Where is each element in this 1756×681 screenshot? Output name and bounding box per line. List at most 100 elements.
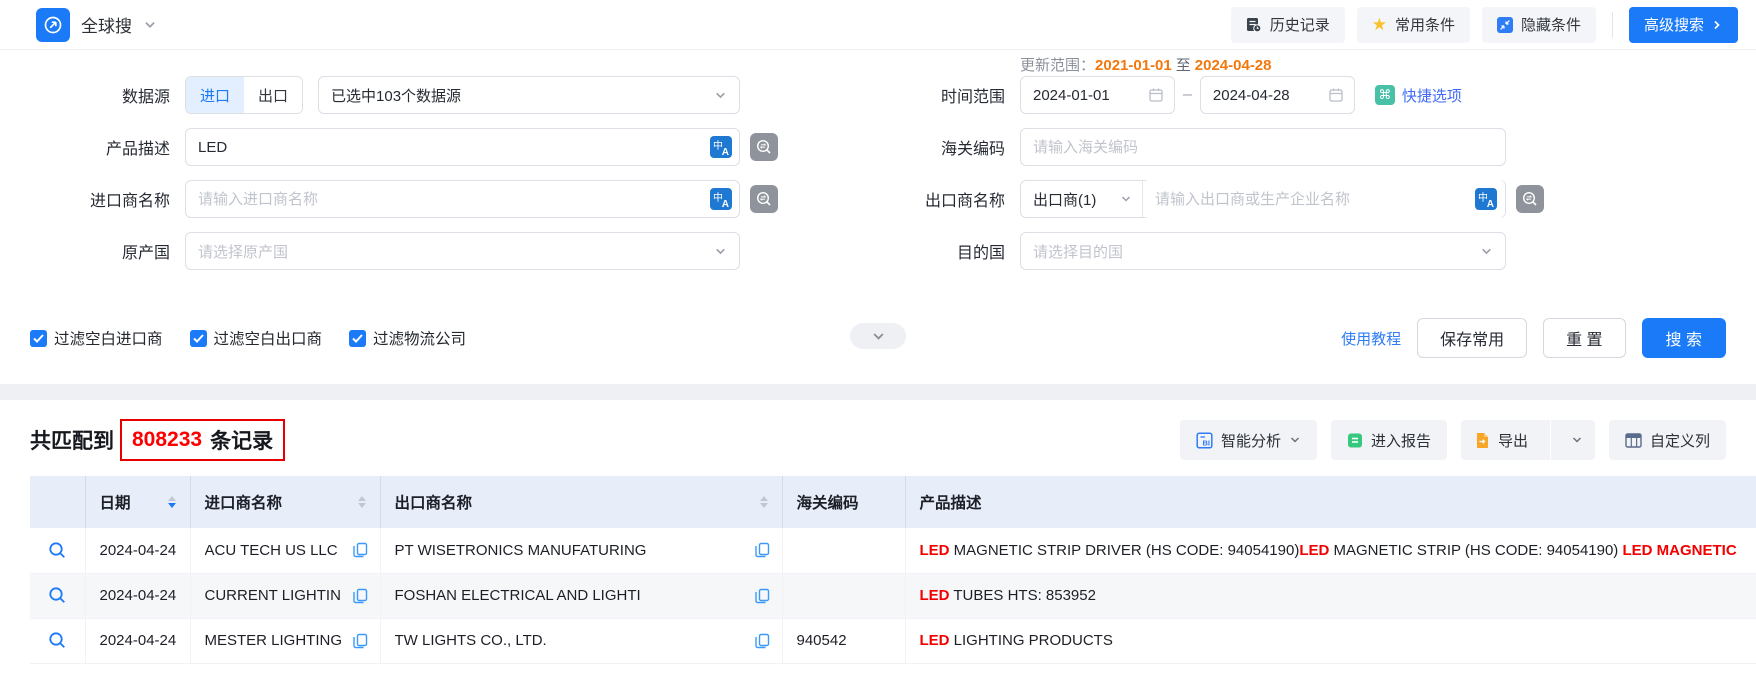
report-icon [1347, 432, 1363, 449]
favorite-conditions-button[interactable]: ★ 常用条件 [1357, 7, 1470, 43]
save-favorite-button[interactable]: 保存常用 [1417, 318, 1527, 358]
tutorial-link[interactable]: 使用教程 [1341, 328, 1401, 349]
copy-icon[interactable] [755, 588, 770, 604]
hide-conditions-button[interactable]: 隐藏条件 [1482, 7, 1596, 43]
destination-country-select[interactable]: 请选择目的国 [1020, 232, 1506, 270]
row-detail-search-icon[interactable] [48, 541, 67, 560]
filter-logistics-checkbox[interactable]: 过滤物流公司 [349, 327, 466, 349]
data-source-select[interactable]: 已选中103个数据源 [318, 76, 740, 114]
row-importer-name[interactable]: MESTER LIGHTING [205, 632, 343, 649]
header-detail-column [30, 476, 85, 528]
end-date-input[interactable]: 2024-04-28 [1200, 76, 1355, 114]
enter-report-button[interactable]: 进入报告 [1331, 420, 1447, 460]
app-logo-globe-icon [36, 8, 70, 42]
row-importer-name[interactable]: ACU TECH US LLC [205, 542, 338, 559]
export-options-button[interactable] [1559, 420, 1595, 460]
checkbox-checked-icon [30, 330, 47, 347]
header-hs-code: 海关编码 [782, 476, 905, 528]
export-toggle[interactable]: 出口 [244, 77, 302, 113]
reset-button[interactable]: 重 置 [1543, 318, 1625, 358]
data-source-label: 数据源 [30, 83, 185, 107]
export-button[interactable]: 导出 [1461, 420, 1542, 460]
update-range-end: 2024-04-28 [1195, 57, 1272, 74]
product-desc-input[interactable] [185, 128, 740, 166]
split-divider [1550, 420, 1551, 460]
command-icon: ⌘ [1375, 85, 1395, 105]
search-button[interactable]: 搜 索 [1642, 318, 1726, 358]
copy-icon[interactable] [353, 633, 368, 649]
importer-input[interactable] [185, 180, 740, 218]
summary-prefix: 共匹配到 [30, 425, 114, 455]
chevron-down-icon [871, 329, 886, 344]
sort-importer-icon[interactable] [358, 496, 366, 509]
smart-analysis-button[interactable]: BI 智能分析 [1180, 420, 1317, 460]
trade-direction-toggle: 进口 出口 [185, 76, 303, 114]
header-exporter: 出口商名称 [380, 476, 782, 528]
product-desc-label: 产品描述 [30, 135, 185, 159]
row-product-desc: LED LIGHTING PRODUCTS [905, 618, 1756, 663]
topbar-divider [1612, 12, 1613, 38]
record-count: 808233 [132, 428, 202, 452]
row-product-desc: LED MAGNETIC STRIP DRIVER (HS CODE: 9405… [905, 528, 1756, 573]
origin-country-select[interactable]: 请选择原产国 [185, 232, 740, 270]
translate-icon[interactable]: 中A [710, 188, 732, 210]
row-importer-name[interactable]: CURRENT LIGHTIN [205, 587, 341, 604]
row-date: 2024-04-24 [100, 632, 177, 649]
sort-date-icon[interactable] [168, 496, 176, 509]
row-detail-search-icon[interactable] [48, 586, 67, 605]
chevron-down-icon [1571, 434, 1583, 446]
search-panel: 更新范围：2021-01-01至2024-04-28 数据源 进口 出口 已选中… [0, 50, 1756, 384]
hs-code-input[interactable] [1020, 128, 1506, 166]
copy-icon[interactable] [755, 542, 770, 558]
app-switcher-chevron-icon[interactable] [143, 18, 157, 32]
start-date-input[interactable]: 2024-01-01 [1020, 76, 1175, 114]
table-row: 2024-04-24 MESTER LIGHTING TW LIGHTS CO.… [30, 618, 1756, 663]
importer-label: 进口商名称 [30, 187, 185, 211]
row-exporter-name[interactable]: TW LIGHTS CO., LTD. [395, 632, 547, 649]
import-toggle[interactable]: 进口 [186, 77, 244, 113]
filter-blank-importer-checkbox[interactable]: 过滤空白进口商 [30, 327, 163, 349]
fuzzy-match-icon[interactable] [1516, 185, 1544, 213]
bi-analysis-icon: BI [1196, 432, 1213, 449]
copy-icon[interactable] [755, 633, 770, 649]
fuzzy-match-icon[interactable] [750, 133, 778, 161]
history-button[interactable]: 历史记录 [1231, 7, 1345, 43]
translate-icon[interactable]: 中A [1475, 188, 1497, 210]
row-product-desc: LED TUBES HTS: 853952 [905, 573, 1756, 618]
sort-exporter-icon[interactable] [760, 496, 768, 509]
time-range-label: 时间范围 [890, 83, 1020, 107]
chevron-down-icon [1480, 245, 1493, 258]
star-icon: ★ [1372, 16, 1387, 33]
record-count-suffix: 条记录 [210, 425, 273, 455]
custom-columns-button[interactable]: 自定义列 [1609, 420, 1726, 460]
results-summary: 共匹配到 808233 条记录 [30, 419, 285, 461]
header-product-desc: 产品描述 [905, 476, 1756, 528]
row-exporter-name[interactable]: PT WISETRONICS MANUFATURING [395, 542, 647, 559]
row-exporter-name[interactable]: FOSHAN ELECTRICAL AND LIGHTI [395, 587, 641, 604]
calendar-icon [1328, 87, 1344, 103]
fuzzy-match-icon[interactable] [750, 185, 778, 213]
svg-text:BI: BI [1202, 438, 1210, 447]
table-row: 2024-04-24 ACU TECH US LLC PT WISETRONIC… [30, 528, 1756, 573]
export-file-icon [1475, 432, 1490, 449]
update-range-start: 2021-01-01 [1095, 57, 1172, 74]
translate-icon[interactable]: 中A [710, 136, 732, 158]
destination-country-label: 目的国 [890, 239, 1020, 263]
copy-icon[interactable] [353, 542, 368, 558]
section-divider [0, 384, 1756, 400]
columns-icon [1625, 433, 1642, 448]
advanced-search-button[interactable]: 高级搜索 [1629, 7, 1738, 43]
hs-code-label: 海关编码 [890, 135, 1020, 159]
expand-collapse-button[interactable] [850, 323, 906, 349]
date-range-dash: – [1183, 86, 1192, 104]
copy-icon[interactable] [353, 588, 368, 604]
quick-options-link[interactable]: 快捷选项 [1402, 85, 1462, 106]
exporter-type-select[interactable]: 出口商(1) [1021, 181, 1143, 217]
update-range-note: 更新范围：2021-01-01至2024-04-28 [1020, 54, 1272, 75]
table-body: 2024-04-24 ACU TECH US LLC PT WISETRONIC… [30, 528, 1756, 663]
row-detail-search-icon[interactable] [48, 631, 67, 650]
filter-blank-exporter-checkbox[interactable]: 过滤空白出口商 [190, 327, 323, 349]
exporter-input[interactable] [1143, 180, 1505, 218]
collapse-icon [1497, 17, 1513, 33]
exporter-label: 出口商名称 [890, 187, 1020, 211]
